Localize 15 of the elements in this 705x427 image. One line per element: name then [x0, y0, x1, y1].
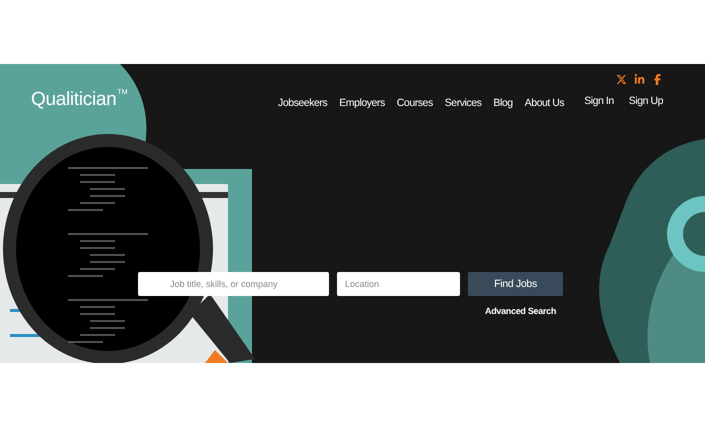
job-search-field[interactable]: Job title, skills, or company — [138, 272, 329, 296]
nav-link[interactable]: Courses — [396, 97, 433, 109]
nav-link[interactable]: About Us — [524, 97, 564, 109]
find-jobs-button[interactable]: Find Jobs — [468, 272, 563, 296]
auth-link[interactable]: Sign In — [584, 95, 614, 107]
f-letter-icon[interactable] — [652, 74, 663, 85]
auth-link[interactable]: Sign Up — [628, 95, 663, 107]
nav-link[interactable]: Employers — [339, 97, 385, 109]
in-letters-icon[interactable] — [634, 74, 645, 85]
nav-link[interactable]: Jobseekers — [278, 97, 328, 109]
location-field[interactable]: Location — [337, 272, 460, 296]
x-letter-icon[interactable] — [616, 74, 627, 85]
nav-link[interactable]: Blog — [493, 97, 513, 109]
advanced-search-link[interactable]: Advanced Search — [485, 306, 556, 316]
nav-link[interactable]: Services — [444, 97, 482, 109]
